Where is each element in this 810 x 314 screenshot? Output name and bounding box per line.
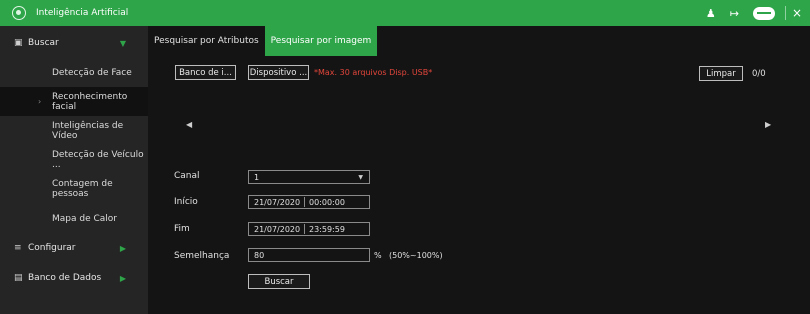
ai-logo-icon xyxy=(12,6,26,20)
limpar-button[interactable]: Limpar xyxy=(699,66,743,81)
cloud-icon[interactable] xyxy=(752,6,775,20)
chevron-right-icon: ▶ xyxy=(119,273,126,283)
sidebar-subitem-label: Mapa de Calor xyxy=(52,213,117,224)
canal-label: Canal xyxy=(174,171,200,181)
chevron-right-icon: ▶ xyxy=(119,243,126,253)
sidebar-subitem-contagem-pessoas[interactable]: Contagem de pessoas xyxy=(0,174,148,203)
tab-pesquisar-imagem[interactable]: Pesquisar por imagem xyxy=(264,26,378,56)
inicio-datetime[interactable]: 21/07/2020 00:00:00 xyxy=(248,195,370,209)
sidebar-item-label: Banco de Dados xyxy=(28,273,102,283)
usb-limit-note: *Max. 30 arquivos Disp. USB* xyxy=(314,68,433,77)
sidebar-subitem-mapa-calor[interactable]: Mapa de Calor xyxy=(0,204,148,233)
chevron-down-icon: ▼ xyxy=(358,174,363,181)
sidebar-subitem-deteccao-face[interactable]: Detecção de Face xyxy=(0,58,148,87)
fim-datetime[interactable]: 21/07/2020 23:59:59 xyxy=(248,222,370,236)
chevron-down-icon: ▼ xyxy=(119,38,126,48)
fim-date[interactable]: 21/07/2020 xyxy=(254,223,300,235)
semelhanca-label: Semelhança xyxy=(174,251,230,261)
sidebar-item-label: Buscar xyxy=(28,38,59,48)
banco-imagens-button[interactable]: Banco de i... xyxy=(175,65,236,80)
main-panel: Pesquisar por Atributos Pesquisar por im… xyxy=(148,26,810,314)
datetime-divider xyxy=(304,197,305,207)
sidebar-subitem-label: Inteligências de Vídeo xyxy=(52,120,124,141)
tab-pesquisar-atributos[interactable]: Pesquisar por Atributos xyxy=(148,26,265,56)
title-bar-actions: ♟ ↦ × xyxy=(692,0,804,26)
sidebar-item-banco-dados[interactable]: ▤ Banco de Dados ▶ xyxy=(0,263,148,293)
tab-bar: Pesquisar por Atributos Pesquisar por im… xyxy=(148,26,378,56)
close-icon[interactable]: × xyxy=(792,6,802,20)
sidebar-subitem-label: Reconhecimento facial xyxy=(52,91,128,112)
semelhanca-input[interactable]: 80 xyxy=(248,248,370,262)
previous-page-icon[interactable]: ◀ xyxy=(186,120,192,129)
title-bar-divider xyxy=(784,6,786,20)
buscar-button[interactable]: Buscar xyxy=(248,274,310,289)
sidebar-subitem-inteligencias-video[interactable]: Inteligências de Vídeo xyxy=(0,116,148,145)
canal-select[interactable]: 1 ▼ xyxy=(248,170,370,184)
sidebar-subitem-label: Contagem de pessoas xyxy=(52,178,113,199)
title-bar: Inteligência Artificial ♟ ↦ × xyxy=(0,0,810,26)
semelhanca-range: (50%~100%) xyxy=(389,251,443,260)
sidebar-item-configurar[interactable]: ≡ Configurar ▶ xyxy=(0,233,148,263)
dispositivo-button[interactable]: Dispositivo ... xyxy=(248,65,309,80)
search-folder-icon: ▣ xyxy=(14,38,23,48)
fim-time[interactable]: 23:59:59 xyxy=(309,223,345,235)
inicio-date[interactable]: 21/07/2020 xyxy=(254,196,300,208)
sidebar-subitem-label: Detecção de Face xyxy=(52,67,132,78)
sidebar-subitem-deteccao-veiculo[interactable]: Detecção de Veículo ... xyxy=(0,145,148,174)
sidebar: ▣ Buscar ▼ Detecção de Face › Reconhecim… xyxy=(0,26,148,314)
sidebar-subitem-label: Detecção de Veículo ... xyxy=(52,149,144,170)
semelhanca-value: 80 xyxy=(254,250,265,260)
chevron-right-icon: › xyxy=(38,97,42,106)
canal-select-value: 1 xyxy=(254,172,260,182)
database-icon: ▤ xyxy=(14,273,23,283)
sidebar-item-label: Configurar xyxy=(28,243,76,253)
app-title: Inteligência Artificial xyxy=(36,8,129,18)
sidebar-subitem-reconhecimento-facial[interactable]: › Reconhecimento facial xyxy=(0,87,148,116)
inicio-time[interactable]: 00:00:00 xyxy=(309,196,345,208)
user-settings-icon[interactable]: ♟ xyxy=(706,7,716,20)
next-page-icon[interactable]: ▶ xyxy=(765,120,771,129)
logout-icon[interactable]: ↦ xyxy=(730,7,739,20)
sidebar-item-buscar[interactable]: ▣ Buscar ▼ xyxy=(0,28,148,58)
fim-label: Fim xyxy=(174,224,190,234)
semelhanca-unit: % xyxy=(374,251,382,260)
datetime-divider xyxy=(304,224,305,234)
list-icon: ≡ xyxy=(14,243,22,253)
inicio-label: Início xyxy=(174,197,198,207)
result-count: 0/0 xyxy=(752,69,766,79)
